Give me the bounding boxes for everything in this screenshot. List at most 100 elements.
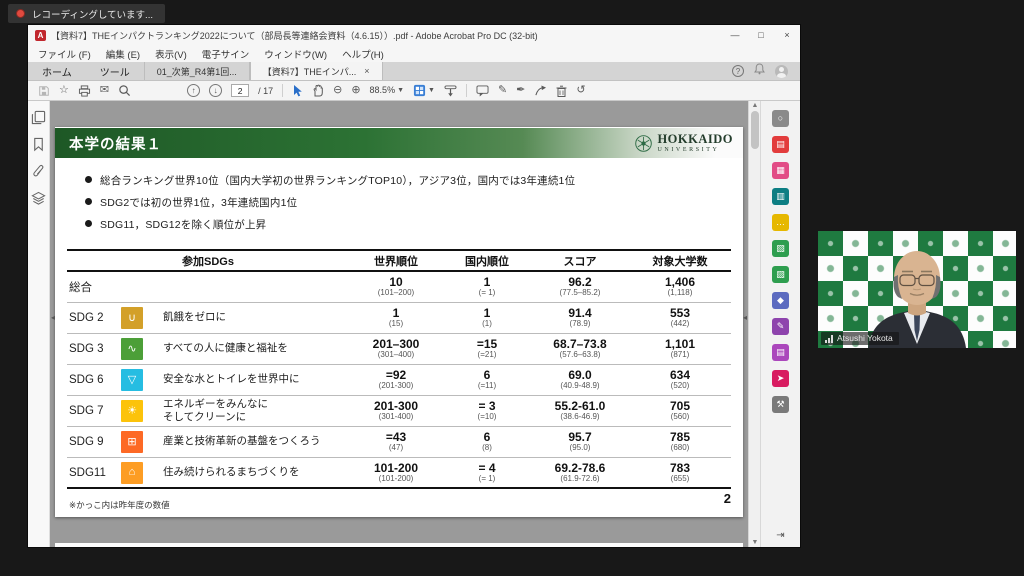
pdf-viewport[interactable]: 本学の結果１ HOKKAIDO UNIVERSITY (50, 101, 748, 547)
menu-item[interactable]: 電子サイン (202, 47, 250, 61)
tool-panel-icon[interactable]: ➤ (772, 370, 789, 387)
minimize-button[interactable]: — (722, 25, 748, 45)
bullet-dot-icon (85, 220, 92, 227)
hand-tool-icon[interactable] (312, 84, 324, 97)
domestic-rank-previous: (8) (443, 444, 531, 453)
tool-panel-icon[interactable]: ▧ (772, 240, 789, 257)
scroll-down-icon[interactable]: ▼ (749, 539, 761, 546)
tab-document-active[interactable]: 【資料7】THEインパ... × (250, 62, 383, 80)
sdg-icon-glyph: ⌂ (129, 467, 136, 478)
stamp-icon[interactable] (534, 85, 547, 97)
tool-panel-icon[interactable]: ▤ (772, 136, 789, 153)
document-area: ◂ 本学の結果１ HOKKAIDO (28, 101, 800, 547)
sdg-icon-glyph: ∪ (128, 313, 136, 324)
speaker-portrait (818, 231, 1016, 348)
university-count-value: 783 (629, 462, 731, 475)
scrollbar-thumb[interactable] (751, 111, 759, 149)
signal-bars-icon (825, 335, 833, 343)
table-row: SDG11 ⌂ 住み続けられるまちづくりを 101-200 (101-200) (67, 458, 731, 489)
tab-home[interactable]: ホーム (28, 62, 86, 80)
page-down-icon[interactable]: ↓ (209, 84, 222, 97)
sdg-label: SDG 9 (67, 436, 121, 448)
zoom-out-icon[interactable]: ⊖ (333, 85, 342, 96)
menu-item[interactable]: 表示(V) (155, 47, 187, 61)
menu-item[interactable]: ファイル (F) (38, 47, 91, 61)
maximize-button[interactable]: □ (748, 25, 774, 45)
expand-pane-icon[interactable]: ⇥ (776, 530, 784, 541)
zoom-level-dropdown[interactable]: 88.5% ▼ (370, 86, 404, 95)
page-thumbnails-icon[interactable] (31, 110, 46, 125)
sdg-description: 産業と技術革新の基盤をつくろう (151, 435, 349, 448)
tool-panel-icon[interactable]: … (772, 214, 789, 231)
menu-item[interactable]: ヘルプ(H) (342, 47, 384, 61)
tool-panel-icon[interactable]: ▨ (772, 266, 789, 283)
select-tool-icon[interactable] (292, 84, 303, 97)
tab-tools[interactable]: ツール (86, 62, 144, 80)
send-track-icon[interactable] (444, 85, 457, 97)
undo-icon[interactable]: ↺ (576, 85, 585, 96)
help-icon[interactable]: ? (732, 65, 744, 77)
highlight-icon[interactable]: ✎ (498, 85, 507, 96)
table-row: 総合 10 (101–200) (67, 272, 731, 303)
score-previous: (40.9-48.9) (531, 382, 629, 391)
bookmarks-icon[interactable] (31, 137, 46, 152)
vertical-scrollbar[interactable]: ▲ ▼ (748, 101, 760, 547)
trash-icon[interactable] (556, 85, 567, 97)
sdg-icon: ∿ (121, 338, 143, 360)
page-display-dropdown[interactable]: ▼ (413, 84, 435, 97)
tool-panel-icon[interactable]: ◆ (772, 292, 789, 309)
sdg-icon-glyph: ☀ (127, 406, 137, 417)
search-icon[interactable] (118, 84, 131, 97)
university-logo: HOKKAIDO UNIVERSITY (634, 133, 733, 153)
score-value: 69.2-78.6 (531, 462, 629, 475)
account-avatar[interactable] (775, 65, 788, 78)
print-icon[interactable] (78, 85, 91, 97)
university-count-previous: (680) (629, 444, 731, 453)
tool-panel-icon[interactable]: ✎ (772, 318, 789, 335)
comment-icon[interactable] (476, 85, 489, 97)
menu-item[interactable]: ウィンドウ(W) (264, 47, 327, 61)
sdg-description: すべての人に健康と福祉を (151, 342, 349, 355)
save-icon[interactable] (38, 85, 50, 97)
tab-bar: ホーム ツール 01_次第_R4第1回... 【資料7】THEインパ... × … (28, 62, 800, 81)
recording-dot-icon (16, 9, 25, 18)
next-page-sliver (55, 543, 743, 547)
notifications-bell-icon[interactable] (754, 62, 765, 80)
menu-item[interactable]: 編集 (E) (106, 47, 140, 61)
collapse-left-panel-icon[interactable]: ◂ (51, 313, 55, 322)
tool-panel-icon[interactable]: ▦ (772, 162, 789, 179)
zoom-in-icon[interactable]: ⊕ (351, 85, 360, 96)
tool-panel-icon[interactable]: ○ (772, 110, 789, 127)
favorites-star-icon[interactable]: ☆ (59, 85, 69, 96)
score-previous: (61.9-72.6) (531, 475, 629, 484)
page-number-input[interactable]: 2 (231, 84, 249, 97)
recording-banner[interactable]: レコーディングしています... (8, 4, 165, 23)
sdg-icon-glyph: ∿ (127, 344, 136, 355)
tab-close-icon[interactable]: × (364, 66, 369, 76)
layers-icon[interactable] (31, 191, 46, 206)
tool-panel-icon[interactable]: ▤ (772, 344, 789, 361)
webcam-video[interactable]: Atsushi Yokota (818, 231, 1016, 348)
sdg-label: SDG 7 (67, 405, 121, 417)
sign-icon[interactable]: ✒ (516, 85, 525, 96)
scroll-up-icon[interactable]: ▲ (749, 102, 761, 109)
sdg-icon-glyph: ▽ (128, 375, 136, 386)
tab-document-inactive[interactable]: 01_次第_R4第1回... (144, 62, 250, 80)
tool-panel-glyph: ▤ (776, 140, 785, 149)
slide-page-number: 2 (724, 491, 731, 506)
table-row: SDG 3 ∿ すべての人に健康と福祉を 201–300 (301–400) (67, 334, 731, 365)
tool-panel-icon[interactable]: ⚒ (772, 396, 789, 413)
bullet-item: SDG2では初の世界1位，3年連続国内1位 (85, 195, 727, 210)
sdg-icon: ⌂ (121, 462, 143, 484)
tools-panel: ○ ▤ ▦ ▥ … ▧ ▨ ◆ ✎ ▤ (760, 101, 800, 547)
table-footnote: ※かっこ内は昨年度の数値 (69, 499, 170, 511)
participant-name: Atsushi Yokota (837, 333, 893, 343)
bullet-item: 総合ランキング世界10位（国内大学初の世界ランキングTOP10），アジア3位，国… (85, 173, 727, 188)
close-button[interactable]: × (774, 25, 800, 45)
email-icon[interactable]: ✉ (100, 85, 109, 96)
score-previous: (57.6–63.8) (531, 351, 629, 360)
attachments-icon[interactable] (31, 164, 46, 179)
collapse-right-panel-icon[interactable]: ◂ (743, 313, 747, 322)
tool-panel-icon[interactable]: ▥ (772, 188, 789, 205)
page-up-icon[interactable]: ↑ (187, 84, 200, 97)
